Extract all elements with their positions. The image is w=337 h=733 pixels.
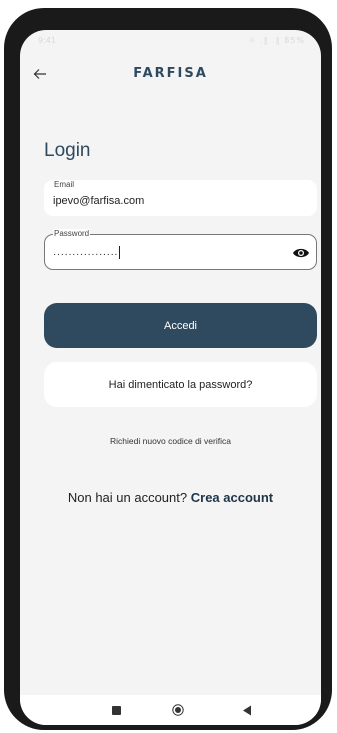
password-field[interactable]: Password ·················	[44, 229, 317, 270]
eye-icon	[293, 248, 309, 258]
app-bar: FARFISA	[20, 60, 321, 90]
password-visibility-toggle[interactable]	[292, 244, 310, 262]
request-verification-code-link[interactable]: Richiedi nuovo codice di verifica	[20, 436, 321, 446]
recent-apps-icon[interactable]	[112, 706, 121, 715]
password-masked: ·················	[53, 249, 119, 260]
email-label: Email	[53, 180, 76, 189]
password-label: Password	[53, 229, 91, 238]
back-icon[interactable]	[242, 705, 252, 716]
email-value[interactable]: ipevo@farfisa.com	[53, 195, 144, 207]
home-icon[interactable]	[172, 704, 184, 716]
status-indicators: ☼ .∥ .∥ 85%	[248, 36, 305, 45]
page-title: Login	[44, 140, 91, 161]
forgot-password-button[interactable]: Hai dimenticato la password?	[44, 362, 317, 407]
text-cursor	[119, 246, 121, 259]
app-screen: 9:41 ☼ .∥ .∥ 85% FARFISA Login Email ipe…	[20, 30, 321, 725]
login-button[interactable]: Accedi	[44, 303, 317, 348]
brand-logo: FARFISA	[133, 66, 208, 81]
create-account-link[interactable]: Crea account	[191, 490, 273, 505]
phone-frame: 9:41 ☼ .∥ .∥ 85% FARFISA Login Email ipe…	[4, 8, 332, 730]
email-field[interactable]: Email ipevo@farfisa.com	[44, 180, 317, 216]
system-nav-bar	[20, 695, 321, 725]
status-bar: 9:41 ☼ .∥ .∥ 85%	[20, 30, 321, 52]
password-value[interactable]: ·················	[53, 246, 121, 260]
no-account-text: Non hai un account?	[67, 490, 188, 505]
status-time: 9:41	[38, 36, 56, 45]
signup-prompt: Non hai un account? Crea account	[20, 490, 321, 505]
